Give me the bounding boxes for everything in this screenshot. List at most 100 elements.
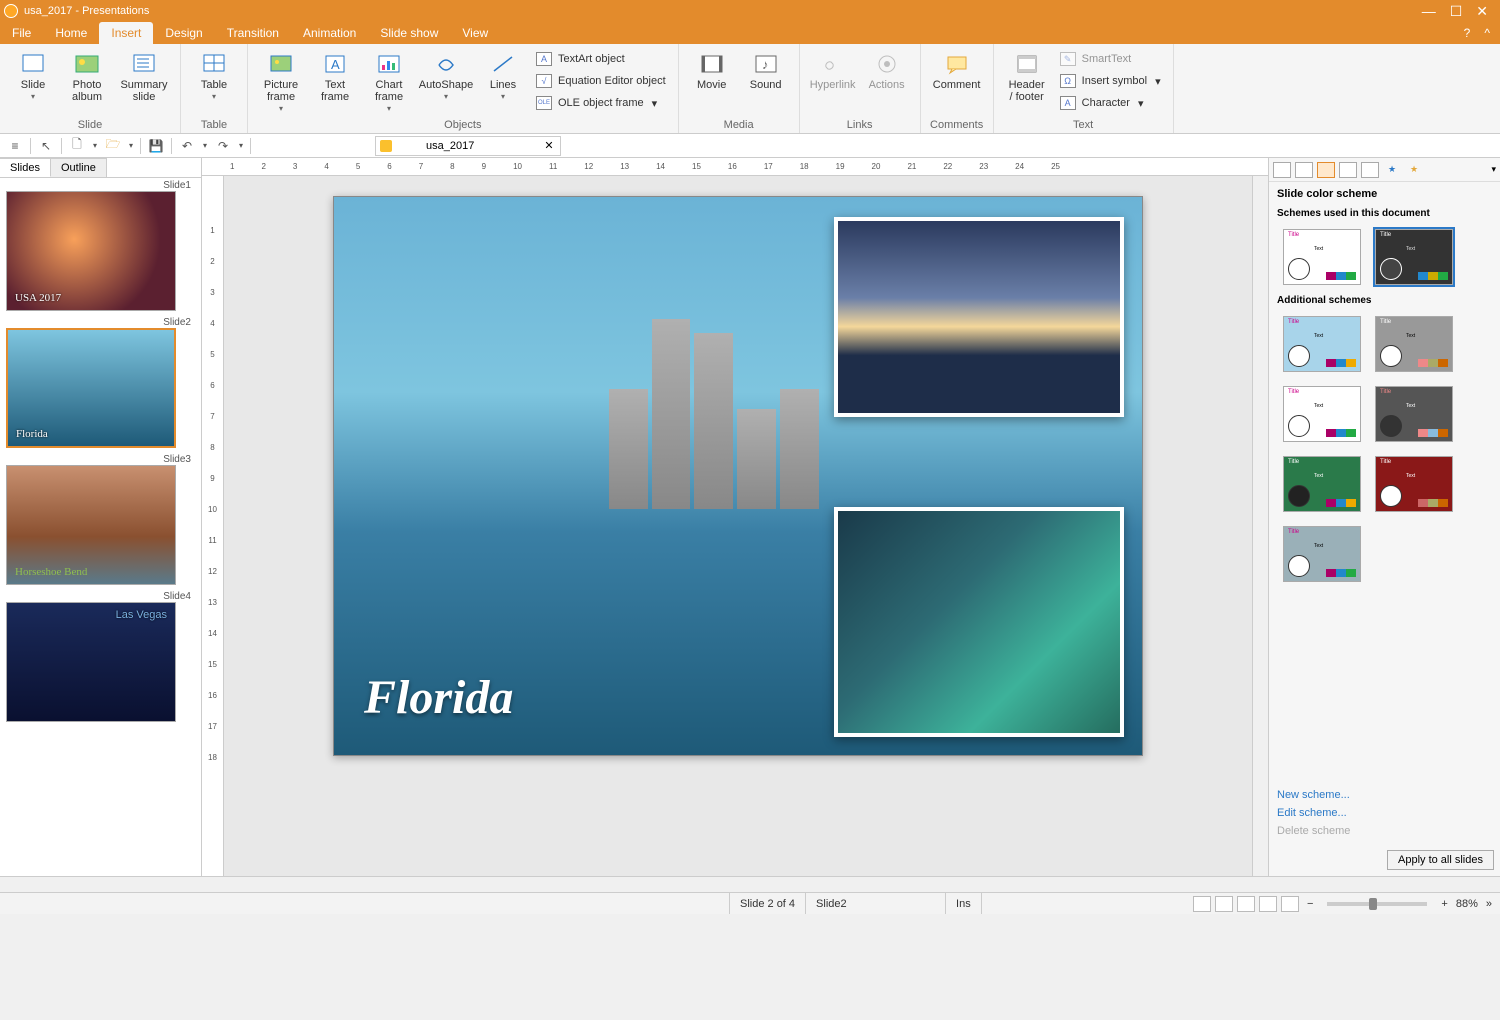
- scheme-white[interactable]: TitleText: [1283, 386, 1361, 442]
- autoshape-button[interactable]: AutoShape▾: [416, 47, 476, 115]
- save-icon[interactable]: 💾: [145, 136, 167, 156]
- collapse-ribbon-icon[interactable]: ^: [1484, 26, 1490, 40]
- redo-chevron[interactable]: ▾: [236, 136, 246, 156]
- redo-icon[interactable]: ↷: [212, 136, 234, 156]
- scheme-bluegray[interactable]: TitleText: [1283, 526, 1361, 582]
- slide-thumb-2[interactable]: Slide2 Florida: [6, 317, 195, 448]
- scheme-dark[interactable]: TitleText: [1375, 229, 1453, 285]
- status-ins: Ins: [946, 893, 982, 914]
- view-normal-icon[interactable]: [1193, 896, 1211, 912]
- lines-button[interactable]: Lines▾: [476, 47, 530, 115]
- zoom-out-icon[interactable]: −: [1307, 898, 1313, 910]
- doc-close-icon[interactable]: ✕: [544, 139, 553, 152]
- maximize-button[interactable]: ☐: [1450, 3, 1463, 20]
- pointer-icon[interactable]: ↖: [35, 136, 57, 156]
- hamburger-icon[interactable]: ≡: [4, 136, 26, 156]
- zoom-expand-icon[interactable]: »: [1486, 898, 1492, 910]
- panel-icon-star2[interactable]: ★: [1405, 162, 1423, 178]
- panel-icon-star[interactable]: ★: [1383, 162, 1401, 178]
- document-tab[interactable]: usa_2017 ✕: [375, 136, 561, 156]
- zoom-in-icon[interactable]: +: [1441, 898, 1447, 910]
- panel-icon-1[interactable]: [1273, 162, 1291, 178]
- slide-thumb-3[interactable]: Slide3 Horseshoe Bend: [6, 454, 195, 585]
- slide-thumb-1[interactable]: Slide1 USA 2017: [6, 180, 195, 311]
- svg-text:♪: ♪: [762, 57, 769, 72]
- inset-photo-bridge[interactable]: [834, 507, 1124, 737]
- tab-home[interactable]: Home: [43, 22, 99, 44]
- comment-button[interactable]: Comment: [927, 47, 987, 115]
- insert-symbol-button[interactable]: ΩInsert symbol ▾: [1060, 72, 1161, 90]
- table-button[interactable]: Table▾: [187, 47, 241, 115]
- close-button[interactable]: ✕: [1476, 3, 1488, 20]
- tab-slides[interactable]: Slides: [0, 158, 51, 177]
- vertical-scrollbar[interactable]: [1252, 176, 1268, 876]
- photo-album-button[interactable]: Photo album: [60, 47, 114, 115]
- view-show-icon[interactable]: [1281, 896, 1299, 912]
- edit-scheme-link[interactable]: Edit scheme...: [1277, 804, 1492, 822]
- group-slide-label: Slide: [0, 118, 180, 133]
- undo-icon[interactable]: ↶: [176, 136, 198, 156]
- character-icon: A: [1060, 96, 1076, 110]
- ole-button[interactable]: OLEOLE object frame ▾: [536, 94, 666, 112]
- movie-button[interactable]: Movie: [685, 47, 739, 115]
- sound-button[interactable]: ♪Sound: [739, 47, 793, 115]
- view-master-icon[interactable]: [1259, 896, 1277, 912]
- open-file-chevron[interactable]: ▾: [126, 136, 136, 156]
- vertical-ruler: 123456789101112131415161718: [202, 176, 224, 876]
- scheme-blue[interactable]: TitleText: [1283, 316, 1361, 372]
- chart-frame-button[interactable]: Chart frame▾: [362, 47, 416, 115]
- group-links-label: Links: [800, 118, 920, 133]
- scheme-red[interactable]: TitleText: [1375, 456, 1453, 512]
- panel-icon-5[interactable]: [1361, 162, 1379, 178]
- scheme-light[interactable]: TitleText: [1283, 229, 1361, 285]
- slide-button[interactable]: Slide▾: [6, 47, 60, 115]
- slide-title[interactable]: Florida: [364, 670, 513, 725]
- slide-thumb-4[interactable]: Slide4 Las Vegas: [6, 591, 195, 722]
- summary-slide-button[interactable]: Summary slide: [114, 47, 174, 115]
- new-scheme-link[interactable]: New scheme...: [1277, 786, 1492, 804]
- text-frame-button[interactable]: AText frame: [308, 47, 362, 115]
- undo-chevron[interactable]: ▾: [200, 136, 210, 156]
- inset-photo-sunset[interactable]: [834, 217, 1124, 417]
- minimize-button[interactable]: —: [1422, 3, 1436, 20]
- status-slide-pos: Slide 2 of 4: [730, 893, 806, 914]
- horizontal-scrollbar[interactable]: [0, 876, 1500, 892]
- panel-chevron[interactable]: ▾: [1491, 164, 1496, 175]
- open-file-icon[interactable]: 🗁: [102, 136, 124, 156]
- tab-design[interactable]: Design: [153, 22, 214, 44]
- apply-all-button[interactable]: Apply to all slides: [1387, 850, 1494, 870]
- picture-frame-button[interactable]: Picture frame▾: [254, 47, 308, 115]
- tab-insert[interactable]: Insert: [99, 22, 153, 44]
- zoom-value[interactable]: 88%: [1456, 898, 1478, 910]
- equation-icon: √: [536, 74, 552, 88]
- tab-file[interactable]: File: [0, 22, 43, 44]
- textart-button[interactable]: ATextArt object: [536, 50, 666, 68]
- svg-text:A: A: [331, 57, 340, 72]
- panel-icon-4[interactable]: [1339, 162, 1357, 178]
- hyperlink-button: Hyperlink: [806, 47, 860, 115]
- character-button[interactable]: ACharacter ▾: [1060, 94, 1161, 112]
- tab-transition[interactable]: Transition: [215, 22, 291, 44]
- tab-view[interactable]: View: [450, 22, 500, 44]
- tab-outline[interactable]: Outline: [51, 158, 107, 177]
- slide-canvas[interactable]: Florida: [333, 196, 1143, 756]
- equation-button[interactable]: √Equation Editor object: [536, 72, 666, 90]
- scheme-green[interactable]: TitleText: [1283, 456, 1361, 512]
- window-title: usa_2017 - Presentations: [24, 5, 149, 17]
- smarttext-icon: ✎: [1060, 52, 1076, 66]
- header-footer-button[interactable]: Header / footer: [1000, 47, 1054, 115]
- new-file-chevron[interactable]: ▾: [90, 136, 100, 156]
- new-file-icon[interactable]: 🗋: [66, 136, 88, 156]
- panel-icon-color-scheme[interactable]: [1317, 162, 1335, 178]
- view-sorter-icon[interactable]: [1215, 896, 1233, 912]
- panel-icon-2[interactable]: [1295, 162, 1313, 178]
- help-icon[interactable]: ?: [1464, 26, 1471, 40]
- zoom-slider[interactable]: [1327, 902, 1427, 906]
- tab-animation[interactable]: Animation: [291, 22, 368, 44]
- city-skyline: [609, 309, 819, 510]
- status-bar: Slide 2 of 4 Slide2 Ins − + 88% »: [0, 892, 1500, 914]
- tab-slideshow[interactable]: Slide show: [368, 22, 450, 44]
- scheme-gray[interactable]: TitleText: [1375, 316, 1453, 372]
- scheme-charcoal[interactable]: TitleText: [1375, 386, 1453, 442]
- view-outline-icon[interactable]: [1237, 896, 1255, 912]
